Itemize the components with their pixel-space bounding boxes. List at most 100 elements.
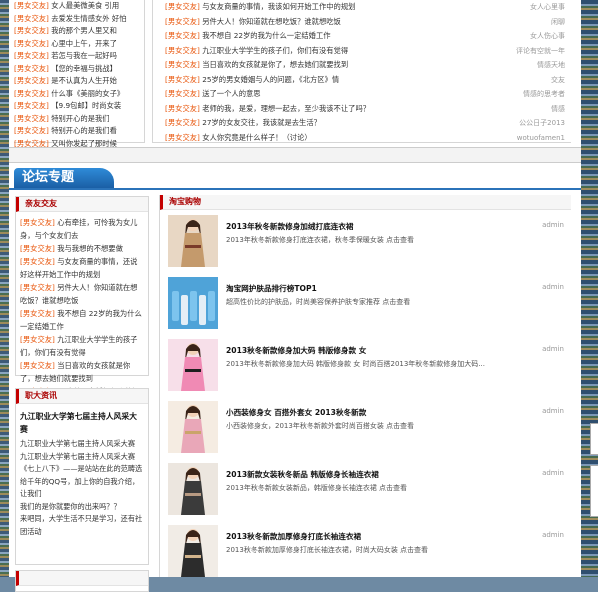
list-item[interactable]: [男女交友] 27岁的女友交往，我该就是去生活？ 公公日子2013	[153, 116, 571, 131]
item-tag[interactable]: [男女交友]	[14, 126, 49, 135]
item-title[interactable]: 小西装修身女 百搭外套女 2013秋冬新款	[226, 407, 366, 418]
list-item[interactable]: [男女交友] 老师的我，是爱，理想一起去，至少我该不让了吗？ 情感	[153, 102, 571, 117]
feature-title[interactable]: 九江职业大学第七届主持人风采大赛	[16, 404, 148, 438]
list-item[interactable]: [男女交友] 心有牵挂，可怜我为女儿身，与个女友们去	[16, 216, 148, 242]
item-tag[interactable]: [男女交友]	[20, 257, 55, 266]
product-thumbnail[interactable]	[168, 277, 218, 329]
item-tag[interactable]: [男女交友]	[20, 283, 55, 292]
item-tag[interactable]: [男女交友]	[165, 75, 200, 84]
item-tag[interactable]: [男女交友]	[14, 14, 49, 23]
list-item[interactable]: [男女交友] 与女友商量的事情，还说好这样开始工作中的规划	[16, 255, 148, 281]
item-author[interactable]: admin	[542, 469, 564, 477]
list-item[interactable]: [男女交友] 另件大人！你知道就在想吃饭？谁就想吃饭 闲聊	[153, 15, 571, 30]
item-text[interactable]: 【您的幸福与挑战】	[49, 64, 117, 73]
list-item[interactable]: [男女交友] 送了一个人的意思 情感的思考者	[153, 87, 571, 102]
item-tag[interactable]: [男女交友]	[165, 89, 200, 98]
item-author[interactable]: admin	[542, 221, 564, 229]
item-text[interactable]: 我不想自 22岁的我为什么一定结婚工作	[200, 31, 330, 40]
floating-ad-tab-2[interactable]	[590, 465, 598, 517]
item-tag[interactable]: [男女交友]	[165, 104, 200, 113]
item-tag[interactable]: [男女交友]	[14, 39, 49, 48]
list-item[interactable]: 2013年秋冬新款修身加绒打底连衣裙 2013年秋冬新款修身打底连衣裙，秋冬季保暖…	[168, 215, 568, 271]
item-title[interactable]: 2013年秋冬新款修身加绒打底连衣裙	[226, 221, 353, 232]
list-item[interactable]: [男女交友] 我不想自 22岁的我为什么一定结婚工作	[16, 307, 148, 333]
list-item[interactable]: [男女交友] 【9.9包邮】时尚女装	[14, 100, 144, 113]
item-text[interactable]: 25岁的男女婚姻与人的问题，《北方区》情	[200, 75, 339, 84]
list-item[interactable]: [男女交友] 25岁的男女婚姻与人的问题，《北方区》情 交友	[153, 73, 571, 88]
list-item[interactable]: [男女交友] 我的那个男人里又和	[14, 25, 144, 38]
item-text[interactable]: 去爱发生情感女外 好怕	[49, 14, 126, 23]
item-tag[interactable]: [男女交友]	[165, 133, 200, 142]
item-text[interactable]: 特别开心的是我们	[49, 114, 109, 123]
item-title[interactable]: 2013秋冬新款加厚修身打底长袖连衣裙	[226, 531, 361, 542]
list-item[interactable]: [男女交友] 特别开心的是我们	[14, 113, 144, 126]
item-text[interactable]: 女人最美微美食 引用	[49, 1, 119, 10]
item-text[interactable]: 我与我想的不想要做	[55, 244, 123, 253]
item-text[interactable]: 心里中上午，开来了	[49, 39, 117, 48]
list-item[interactable]: [男女交友] 女人你究竟是什么样子！（讨论） wotuofamen1	[153, 131, 571, 146]
item-tag[interactable]: [男女交友]	[14, 101, 49, 110]
item-text[interactable]: 27岁的女友交往，我该就是去生活？	[200, 118, 321, 127]
item-tag[interactable]: [男女交友]	[20, 309, 55, 318]
list-item[interactable]: [男女交友] 心里中上午，开来了	[14, 38, 144, 51]
item-tag[interactable]: [男女交友]	[14, 26, 49, 35]
list-item[interactable]: [男女交友] 女人最美微美食 引用	[14, 0, 144, 13]
item-author[interactable]: admin	[542, 407, 564, 415]
list-item[interactable]: [男女交友] 特别开心的是我们看	[14, 125, 144, 138]
list-item[interactable]: [男女交友] 九江职业大学学生的孩子们，你们有没有觉得 评论有空就一年	[153, 44, 571, 59]
item-author[interactable]: admin	[542, 283, 564, 291]
list-item[interactable]: [男女交友] 与女友商量的事情，我该如何开始工作中的规划 女人心里事	[153, 0, 571, 15]
item-tag[interactable]: [男女交友]	[14, 1, 49, 10]
item-tag[interactable]: [男女交友]	[14, 76, 49, 85]
item-tag[interactable]: [男女交友]	[165, 31, 200, 40]
item-text[interactable]: 是不认真为人生开始	[49, 76, 117, 85]
list-item[interactable]: [男女交友] 当日喜欢的女孩就是你了，想去她们就要找到 情感天地	[153, 58, 571, 73]
list-item[interactable]: 小西装修身女 百搭外套女 2013秋冬新款 小西装修身女，2013年秋冬新款外套时…	[168, 401, 568, 457]
item-tag[interactable]: [男女交友]	[20, 335, 55, 344]
item-tag[interactable]: [男女交友]	[14, 89, 49, 98]
item-tag[interactable]: [男女交友]	[165, 2, 200, 11]
item-text[interactable]: 另件大人！你知道就在想吃饭？谁就想吃饭	[200, 17, 341, 26]
product-thumbnail[interactable]	[168, 525, 218, 577]
product-thumbnail[interactable]	[168, 215, 218, 267]
product-thumbnail[interactable]	[168, 401, 218, 453]
item-text[interactable]: 【9.9包邮】时尚女装	[49, 101, 121, 110]
item-text[interactable]: 老师的我，是爱，理想一起去，至少我该不让了吗？	[200, 104, 370, 113]
item-author[interactable]: admin	[542, 345, 564, 353]
item-text[interactable]: 什么事《美丽的女子》	[49, 89, 124, 98]
item-text[interactable]: 送了一个人的意思	[200, 89, 260, 98]
item-tag[interactable]: [男女交友]	[165, 60, 200, 69]
item-text[interactable]: 我的那个男人里又和	[49, 26, 117, 35]
list-item[interactable]: [男女交友] 什么事《美丽的女子》	[14, 88, 144, 101]
list-item[interactable]: 2013新款女装秋冬新品 韩版修身长袖连衣裙 2013年秋冬新款女装新品，韩版修身…	[168, 463, 568, 519]
product-thumbnail[interactable]	[168, 463, 218, 515]
list-item[interactable]: [男女交友] 九江职业大学学生的孩子们，你们有没有觉得	[16, 333, 148, 359]
item-tag[interactable]: [男女交友]	[20, 361, 55, 370]
item-tag[interactable]: [男女交友]	[20, 218, 55, 227]
floating-ad-tab[interactable]	[590, 423, 598, 455]
item-text[interactable]: 当日喜欢的女孩就是你了，想去她们就要找到	[200, 60, 348, 69]
item-text[interactable]: 若怎与我在一起好吗	[49, 51, 117, 60]
item-tag[interactable]: [男女交友]	[14, 64, 49, 73]
item-tag[interactable]: [男女交友]	[14, 114, 49, 123]
list-item[interactable]: [男女交友] 是不认真为人生开始	[14, 75, 144, 88]
item-title[interactable]: 淘宝网护肤品排行榜TOP1	[226, 283, 317, 294]
list-item[interactable]: 2013秋冬新款修身加大码 韩版修身款 女 2013年秋冬新款修身加大码 韩版修身…	[168, 339, 568, 395]
list-item[interactable]: [男女交友] 【您的幸福与挑战】	[14, 63, 144, 76]
item-text[interactable]: 女人你究竟是什么样子！（讨论）	[200, 133, 311, 142]
list-item[interactable]: 2013秋冬新款加厚修身打底长袖连衣裙 2013秋冬新款加厚修身打底长袖连衣裙，时…	[168, 525, 568, 581]
list-item[interactable]: [男女交友] 我不想自 22岁的我为什么一定结婚工作 女人伤心事	[153, 29, 571, 44]
list-item[interactable]: 淘宝网护肤品排行榜TOP1 超高性价比的护肤品，时尚美容保养护肤专家推荐 点击查看…	[168, 277, 568, 333]
item-tag[interactable]: [男女交友]	[20, 244, 55, 253]
item-text[interactable]: 特别开心的是我们看	[49, 126, 117, 135]
item-tag[interactable]: [男女交友]	[165, 118, 200, 127]
product-thumbnail[interactable]	[168, 339, 218, 391]
item-text[interactable]: 与女友商量的事情，我该如何开始工作中的规划	[200, 2, 355, 11]
list-item[interactable]: [男女交友] 若怎与我在一起好吗	[14, 50, 144, 63]
item-title[interactable]: 2013新款女装秋冬新品 韩版修身长袖连衣裙	[226, 469, 379, 480]
item-title[interactable]: 2013秋冬新款修身加大码 韩版修身款 女	[226, 345, 366, 356]
item-text[interactable]: 九江职业大学学生的孩子们，你们有没有觉得	[200, 46, 348, 55]
item-tag[interactable]: [男女交友]	[165, 46, 200, 55]
list-item[interactable]: [男女交友] 我与我想的不想要做	[16, 242, 148, 255]
item-tag[interactable]: [男女交友]	[14, 51, 49, 60]
